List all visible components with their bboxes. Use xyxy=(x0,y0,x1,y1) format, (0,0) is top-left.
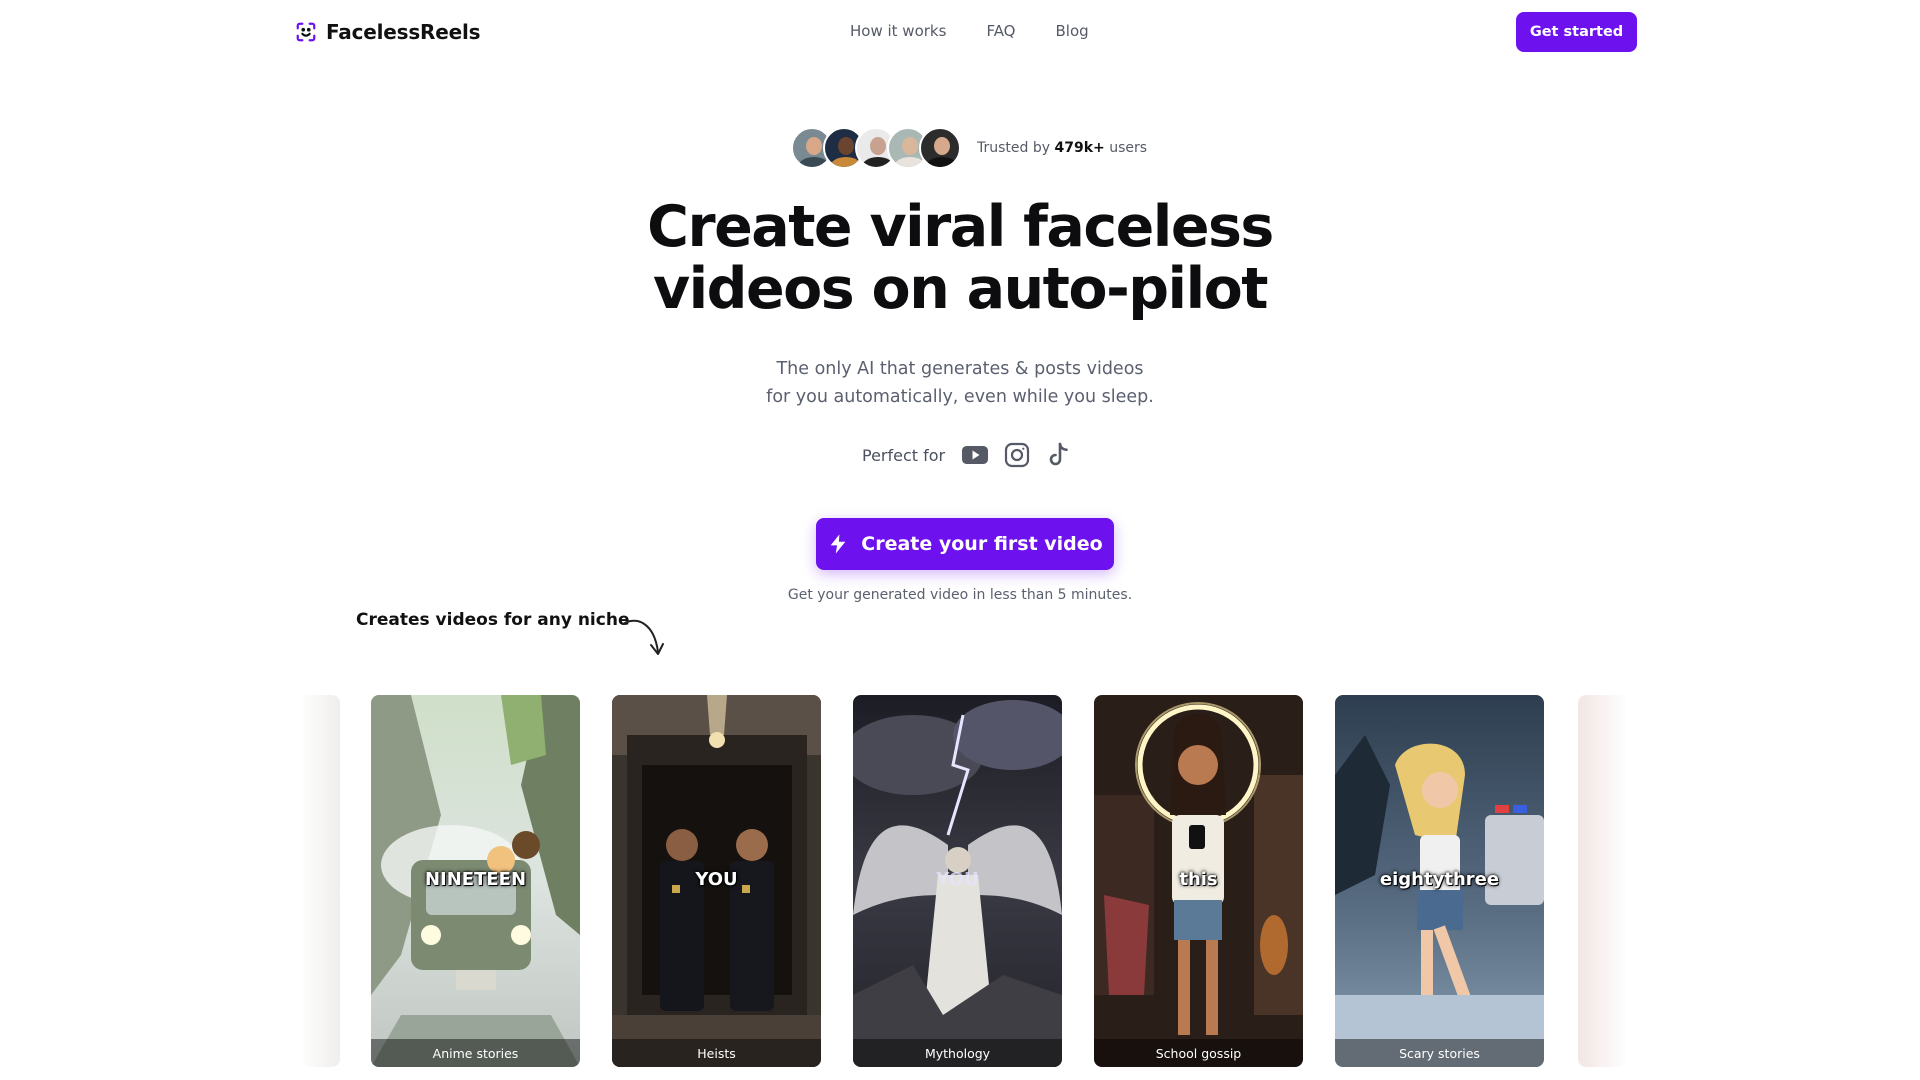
create-first-video-button[interactable]: Create your first video xyxy=(816,518,1114,570)
caption-word: NINETEEN xyxy=(424,869,527,890)
caption-word: this xyxy=(1179,869,1218,890)
niche-card-scary-stories[interactable]: eightythree Scary stories xyxy=(1335,695,1544,1067)
card-label: Anime stories xyxy=(432,1046,519,1061)
caption-word: YOU xyxy=(695,869,738,890)
nav-links: How it works FAQ Blog xyxy=(850,22,1089,40)
hero-subtitle: The only AI that generates & posts video… xyxy=(766,359,1154,407)
perfect-for-label: Perfect for xyxy=(862,445,946,465)
tiktok-icon xyxy=(1049,442,1068,466)
lightning-icon xyxy=(830,534,846,554)
card-label: School gossip xyxy=(1155,1046,1242,1061)
user-count: 479k+ xyxy=(1054,140,1105,156)
card-label: Mythology xyxy=(924,1046,991,1061)
get-started-button[interactable]: Get started xyxy=(1516,12,1637,52)
niche-heading: Creates videos for any niche xyxy=(356,610,630,630)
brand-logo[interactable]: FacelessReels xyxy=(295,20,481,44)
curved-arrow-icon xyxy=(622,619,664,655)
face-scan-icon xyxy=(296,22,316,42)
page-title: Create viral faceless videos on auto-pil… xyxy=(647,194,1274,322)
avatar-stack xyxy=(791,127,961,169)
instagram-icon xyxy=(1005,442,1030,468)
niche-card-school-gossip[interactable]: this School gossip xyxy=(1094,695,1303,1067)
niche-card-anime-stories[interactable]: NINETEEN Anime stories xyxy=(371,695,580,1067)
platforms-row: Perfect for xyxy=(862,441,1073,469)
card-label: Scary stories xyxy=(1399,1046,1480,1061)
top-nav: FacelessReels How it works FAQ Blog Get … xyxy=(0,0,1920,66)
avatar xyxy=(919,127,961,169)
hero-note: Get your generated video in less than 5 … xyxy=(787,587,1133,603)
youtube-icon xyxy=(962,446,989,464)
trust-badge: Trusted by 479k+ users xyxy=(791,127,1147,169)
nav-link-how-it-works[interactable]: How it works xyxy=(850,22,946,40)
trust-text: Trusted by 479k+ users xyxy=(977,140,1148,156)
brand-name: FacelessReels xyxy=(326,20,481,44)
nav-link-blog[interactable]: Blog xyxy=(1056,22,1089,40)
nav-link-faq[interactable]: FAQ xyxy=(986,22,1015,40)
niche-carousel: NINETEEN Anime stories YOU Heists YOU My… xyxy=(0,695,1920,1067)
caption-word: eightythree xyxy=(1379,869,1500,890)
niche-card-heists[interactable]: YOU Heists xyxy=(612,695,821,1067)
caption-word: YOU xyxy=(936,869,979,890)
card-label: Heists xyxy=(697,1046,736,1061)
niche-card-mythology[interactable]: YOU Mythology xyxy=(853,695,1062,1067)
